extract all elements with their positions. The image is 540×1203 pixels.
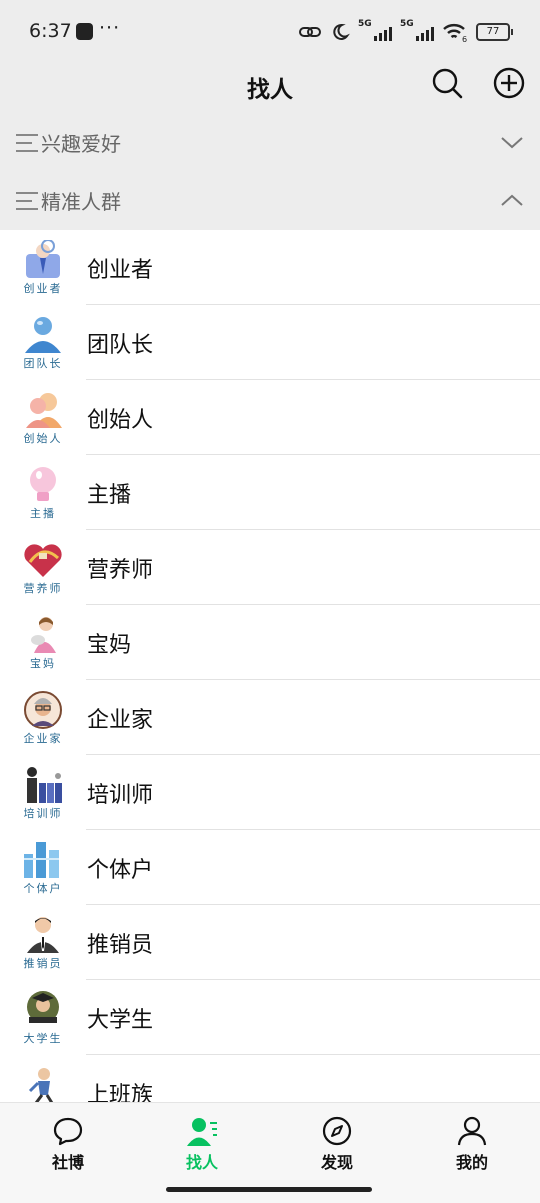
list-item-label: 宝妈	[87, 633, 132, 658]
status-bar: 6:37 ··· 5G 5G 6 77	[0, 0, 540, 62]
list-item[interactable]: 创业者 创业者	[0, 230, 540, 305]
lightbulb-icon	[30, 467, 56, 501]
icon-caption: 营养师	[23, 582, 63, 595]
icon-caption: 推销员	[23, 957, 63, 970]
search-icon[interactable]	[430, 66, 464, 100]
tab-find-people[interactable]: 找人	[157, 1115, 247, 1173]
tab-label: 找人	[185, 1153, 218, 1172]
heart-icon	[24, 544, 62, 577]
list-item[interactable]: 团队长 团队长	[0, 305, 540, 380]
list-item-label: 创业者	[87, 258, 154, 283]
list-item[interactable]: 上班族	[0, 1055, 540, 1102]
chevron-down-icon[interactable]	[500, 132, 524, 152]
more-notifications-indicator: ···	[99, 17, 121, 39]
chevron-up-icon[interactable]	[500, 190, 524, 210]
list-item-label: 推销员	[87, 933, 154, 958]
people-category-list: 创业者 创业者 团队长 团队长 创始人 创始人 主播 主播 营养师 营养师 宝妈…	[0, 230, 540, 1102]
svg-text:6: 6	[462, 35, 467, 43]
worker-icon	[28, 1068, 54, 1102]
section-header-hobbies[interactable]: 兴趣爱好	[0, 114, 540, 172]
icon-caption: 培训师	[23, 807, 63, 820]
tab-me[interactable]: 我的	[427, 1115, 517, 1173]
section-label: 兴趣爱好	[41, 132, 121, 156]
list-item-label: 企业家	[87, 708, 154, 733]
cellular-signal-2-icon: 5G	[400, 19, 434, 43]
list-item[interactable]: 营养师 营养师	[0, 530, 540, 605]
icon-caption: 团队长	[23, 357, 63, 370]
mother-icon	[31, 617, 56, 653]
icon-caption: 创业者	[23, 282, 63, 295]
list-item-label: 团队长	[87, 333, 154, 358]
businessman-icon	[26, 240, 60, 278]
leader-icon	[25, 317, 61, 353]
list-item[interactable]: 企业家 企业家	[0, 680, 540, 755]
battery-icon: 77	[476, 23, 513, 41]
section-header-target-groups[interactable]: 精准人群	[0, 172, 540, 230]
tab-social[interactable]: 社博	[23, 1115, 113, 1173]
icon-caption: 个体户	[23, 882, 63, 895]
link-icon	[299, 27, 321, 37]
entrepreneur-icon	[24, 691, 62, 729]
notification-app-icon	[76, 23, 93, 40]
salesman-icon	[27, 917, 59, 953]
shop-icon	[24, 842, 59, 878]
cellular-signal-1-icon: 5G	[358, 19, 392, 43]
list-item[interactable]: 大学生 大学生	[0, 980, 540, 1055]
list-item[interactable]: 宝妈 宝妈	[0, 605, 540, 680]
header-bar: 找人	[0, 62, 540, 114]
tab-label: 社博	[51, 1153, 84, 1172]
chat-bubble-icon	[53, 1117, 83, 1146]
tab-label: 我的	[455, 1153, 488, 1172]
wifi-icon: 6	[443, 24, 467, 43]
list-item-label: 大学生	[87, 1008, 154, 1033]
founder-icon	[26, 393, 62, 428]
trainer-icon	[27, 767, 62, 803]
add-icon[interactable]	[492, 66, 526, 100]
icon-caption: 主播	[30, 507, 56, 520]
compass-icon	[322, 1116, 352, 1146]
home-indicator[interactable]	[166, 1187, 372, 1192]
person-icon	[457, 1116, 487, 1146]
tab-discover[interactable]: 发现	[292, 1115, 382, 1173]
list-item[interactable]: 创始人 创始人	[0, 380, 540, 455]
list-item-label: 个体户	[87, 858, 154, 883]
icon-caption: 大学生	[23, 1032, 63, 1045]
section-label: 精准人群	[41, 190, 121, 214]
student-icon	[27, 991, 59, 1023]
menu-lines-icon	[16, 192, 38, 210]
list-item-label: 上班族	[87, 1083, 154, 1102]
status-time: 6:37	[29, 20, 72, 42]
menu-lines-icon	[16, 134, 38, 152]
list-item-label: 培训师	[87, 783, 154, 808]
tab-label: 发现	[320, 1153, 353, 1172]
icon-caption: 宝妈	[30, 657, 56, 670]
moon-icon	[333, 23, 350, 40]
find-people-icon	[187, 1118, 217, 1146]
icon-caption: 创始人	[23, 432, 63, 445]
list-item[interactable]: 推销员 推销员	[0, 905, 540, 980]
list-item-label: 营养师	[87, 558, 154, 583]
icon-caption: 企业家	[23, 732, 63, 745]
list-item[interactable]: 培训师 培训师	[0, 755, 540, 830]
list-item-label: 创始人	[87, 408, 154, 433]
list-item[interactable]: 主播 主播	[0, 455, 540, 530]
list-item[interactable]: 个体户 个体户	[0, 830, 540, 905]
list-item-label: 主播	[87, 483, 132, 508]
